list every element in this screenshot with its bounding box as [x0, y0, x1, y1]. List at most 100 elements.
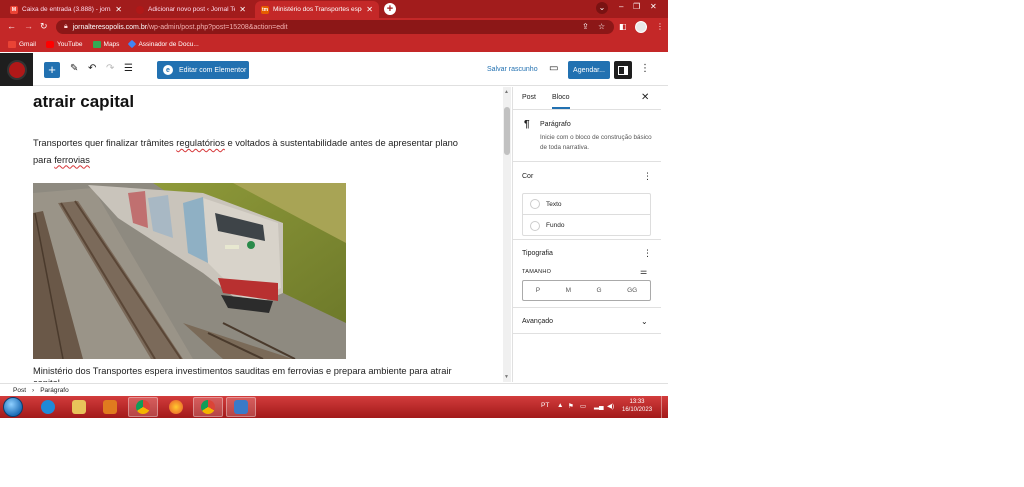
reload-icon[interactable]: ↻ [40, 21, 48, 32]
bookmark-maps[interactable]: Maps [92, 40, 119, 48]
option-label: Texto [546, 200, 562, 208]
tab-ministerio[interactable]: tm Ministério dos Transportes espe ✕ [255, 1, 379, 18]
action-center-flag-icon[interactable]: ⚑ [568, 402, 574, 410]
options-menu-icon[interactable]: ⋮ [643, 171, 652, 182]
taskbar-chrome-2[interactable] [193, 397, 223, 417]
close-icon[interactable]: ✕ [115, 5, 122, 14]
scroll-down-icon[interactable]: ▼ [504, 374, 509, 380]
pencil-tools-icon[interactable]: ✎ [70, 63, 78, 74]
color-options: Texto Fundo [522, 193, 651, 236]
windows-taskbar: PT ▲ ⚑ ▭ ▂▄ ◀) 13:33 16/10/2023 [0, 396, 668, 418]
volume-icon[interactable]: ◀) [607, 402, 614, 410]
tab-post[interactable]: Post [522, 94, 536, 101]
train-image[interactable] [33, 183, 346, 359]
size-option-p[interactable]: P [536, 287, 540, 294]
clock-time: 13:33 [629, 399, 645, 405]
train-photo [33, 183, 346, 359]
edit-with-elementor-button[interactable]: e Editar com Elementor [157, 61, 249, 79]
undo-icon[interactable]: ↶ [88, 63, 96, 74]
taskbar-app[interactable] [226, 397, 256, 417]
forward-icon[interactable]: → [24, 21, 33, 31]
document-signer-icon [128, 39, 137, 49]
close-icon[interactable]: ✕ [239, 5, 246, 14]
youtube-icon [45, 40, 54, 48]
jornal-logo-icon [136, 5, 144, 14]
profile-avatar[interactable] [635, 21, 647, 33]
elementor-icon: e [163, 65, 173, 75]
taskbar-explorer[interactable] [64, 397, 94, 417]
tab-title: Ministério dos Transportes espe [273, 6, 363, 13]
tab-search-icon[interactable]: ⌄ [596, 2, 608, 14]
add-block-button[interactable]: + [44, 62, 60, 78]
options-menu-icon[interactable]: ⋮ [640, 63, 650, 74]
settings-sidebar-toggle[interactable] [614, 61, 632, 79]
save-draft-button[interactable]: Salvar rascunho [487, 66, 538, 73]
site-logo-button[interactable] [0, 53, 33, 86]
redo-icon[interactable]: ↷ [106, 63, 114, 74]
maximize-icon[interactable]: ❐ [633, 2, 640, 11]
device-icon[interactable]: ▭ [580, 402, 586, 410]
breadcrumb-root[interactable]: Post [13, 387, 26, 394]
close-icon[interactable]: ✕ [641, 92, 649, 103]
gmail-icon [8, 40, 16, 48]
bookmark-gmail[interactable]: Gmail [8, 40, 36, 48]
font-size-picker: P M G GG [522, 280, 651, 301]
tab-gmail[interactable]: M Caixa de entrada (3.888) - jornalte ✕ [4, 1, 128, 18]
typography-panel: Tipografia ⋮ TAMANHO ⚌ P M G GG [513, 240, 661, 308]
custom-size-icon[interactable]: ⚌ [640, 267, 647, 276]
scrollbar-thumb[interactable] [504, 107, 510, 155]
language-indicator[interactable]: PT [541, 402, 549, 409]
taskbar-chrome-1[interactable] [128, 397, 158, 417]
background-color-option[interactable]: Fundo [523, 215, 650, 236]
size-option-g[interactable]: G [597, 287, 602, 294]
size-option-m[interactable]: M [566, 287, 571, 294]
breadcrumb-current[interactable]: Parágrafo [40, 387, 69, 394]
address-bar-row: ← → ↻ 🔒︎ jornalteresopolis.com.br/wp-adm… [0, 18, 668, 36]
post-heading[interactable]: atrair capital [33, 92, 134, 112]
media-player-icon [103, 400, 117, 414]
scroll-up-icon[interactable]: ▲ [504, 89, 509, 95]
url-input[interactable]: 🔒︎ jornalteresopolis.com.br/wp-admin/pos… [56, 20, 614, 34]
bookmark-label: Assinador de Docu... [138, 40, 199, 48]
show-desktop-button[interactable] [661, 396, 668, 418]
bookmark-star-icon[interactable]: ☆ [598, 22, 605, 31]
bookmark-assinador[interactable]: Assinador de Docu... [128, 39, 199, 49]
bookmark-label: Gmail [19, 40, 36, 48]
block-name: Parágrafo [540, 121, 571, 128]
minimize-icon[interactable]: – [619, 2, 623, 11]
taskbar-media[interactable] [95, 397, 125, 417]
tab-title: Adicionar novo post ‹ Jornal Tere [148, 6, 236, 13]
image-caption[interactable]: Ministério dos Transportes espera invest… [33, 365, 473, 382]
taskbar-firefox[interactable] [161, 397, 191, 417]
schedule-button[interactable]: Agendar... [568, 61, 610, 79]
text-color-option[interactable]: Texto [523, 194, 650, 215]
options-menu-icon[interactable]: ⋮ [643, 248, 652, 259]
taskbar-ie[interactable] [33, 397, 63, 417]
tab-block[interactable]: Bloco [552, 94, 570, 109]
bookmark-label: YouTube [56, 40, 83, 48]
back-icon[interactable]: ← [7, 21, 16, 31]
size-option-gg[interactable]: GG [627, 287, 637, 294]
network-icon[interactable]: ▂▄ [594, 402, 604, 410]
preview-device-icon[interactable]: ▭ [549, 63, 558, 74]
firefox-icon [169, 400, 183, 414]
url-host: jornalteresopolis.com.br [72, 23, 148, 31]
tab-add-post[interactable]: Adicionar novo post ‹ Jornal Tere ✕ [130, 1, 252, 18]
advanced-panel[interactable]: Avançado ⌄ [513, 308, 661, 334]
close-icon[interactable]: ✕ [366, 5, 373, 14]
color-panel: Cor ⋮ Texto Fundo [513, 163, 661, 240]
sidepanel-icon[interactable]: ◧ [619, 22, 627, 31]
chevron-down-icon: ⌄ [641, 317, 648, 326]
chrome-menu-icon[interactable]: ⋮ [656, 22, 664, 31]
site-logo-icon [6, 59, 27, 80]
taskbar-clock[interactable]: 13:33 16/10/2023 [622, 398, 652, 414]
paragraph-block[interactable]: Transportes quer finalizar trâmites regu… [33, 135, 473, 168]
start-button[interactable] [3, 397, 23, 417]
window-close-icon[interactable]: ✕ [650, 2, 657, 11]
document-overview-icon[interactable]: ☰ [124, 63, 133, 74]
editor-scrollbar[interactable]: ▲ ▼ [503, 87, 511, 382]
tray-expand-icon[interactable]: ▲ [557, 402, 563, 409]
new-tab-button[interactable]: + [384, 3, 396, 15]
share-icon[interactable]: ⇪ [582, 22, 589, 31]
bookmark-youtube[interactable]: YouTube [45, 40, 83, 48]
